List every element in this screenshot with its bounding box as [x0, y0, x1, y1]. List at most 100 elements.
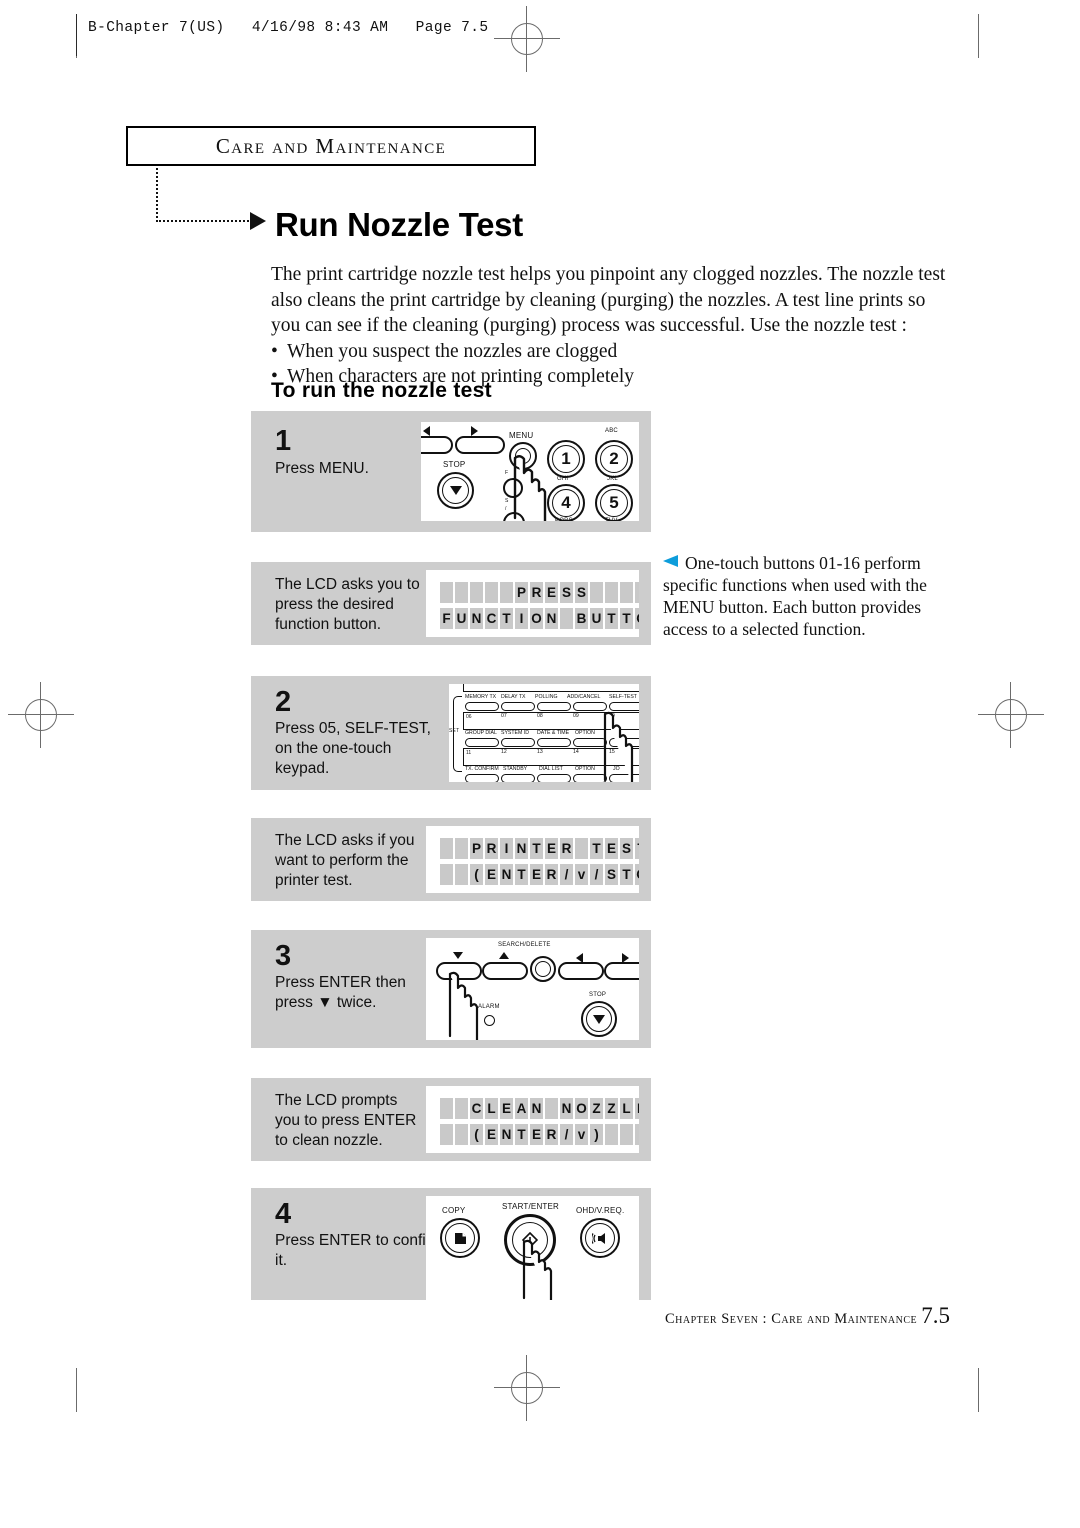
page-footer: Chapter Seven : Care and Maintenance 7.5 [665, 1303, 950, 1329]
lcd-character-cell: T [530, 838, 543, 859]
one-touch-label: STANDBY [503, 766, 528, 772]
one-touch-number: 08 [537, 713, 543, 719]
lcd-character-cell: / [560, 1124, 573, 1145]
left-arrow-key [421, 436, 453, 454]
search-delete-button [530, 956, 556, 982]
lcd-character-cell: E [605, 838, 618, 859]
section-subheading: To run the nozzle test [271, 379, 492, 402]
lcd-character-cell [440, 582, 453, 603]
left-arrow-marker-icon [663, 555, 678, 567]
lcd-character-cell [590, 582, 603, 603]
lcd-character-cell: / [560, 864, 573, 885]
lcd-character-cell: ( [470, 1124, 483, 1145]
running-head: B-Chapter 7(US) 4/16/98 8:43 AM Page 7.5 [88, 20, 489, 36]
chapter-tag-box: Care and Maintenance [126, 126, 536, 166]
page-number: 7.5 [921, 1303, 950, 1328]
lcd-character-cell: C [485, 608, 498, 629]
lcd-character-cell [440, 864, 453, 885]
one-touch-label: OPTION [575, 766, 595, 772]
ohd-vreq-label: OHD/V.REQ. [576, 1206, 625, 1215]
lcd-character-grid: PRESS FUNCTION BUTTON [440, 582, 639, 629]
right-arrow-key [604, 962, 639, 980]
stop-glyph-icon [449, 486, 462, 495]
keypad-letters-2: ABC [605, 428, 618, 434]
lcd-line: CLEAN NOZZLE ? [440, 1098, 639, 1119]
stop-label: STOP [443, 460, 466, 469]
one-touch-button [501, 738, 535, 747]
lcd-character-cell: v [575, 1124, 588, 1145]
crop-mark-left-vertical-bottom [76, 1368, 77, 1412]
lcd-character-cell: S [560, 582, 573, 603]
step-number: 4 [275, 1198, 292, 1230]
set-label: SET [449, 728, 460, 734]
step-number: 1 [275, 425, 292, 457]
one-touch-number: 09 [573, 713, 579, 719]
one-touch-button [501, 702, 535, 711]
one-touch-button [537, 702, 571, 711]
lcd-character-cell: E [485, 1124, 498, 1145]
lcd-character-grid: PRINTER TEST ? (ENTER/v/STOP) [440, 838, 639, 885]
lcd-character-cell: T [635, 838, 639, 859]
lcd-character-cell: N [530, 1098, 543, 1119]
step-panel-4: 4 Press ENTER to confirm it. COPY START/… [251, 1188, 651, 1300]
lcd-character-cell: T [515, 1124, 528, 1145]
lcd-character-cell: E [530, 1124, 543, 1145]
copy-button [440, 1218, 480, 1258]
lcd-character-cell: N [560, 1098, 573, 1119]
lcd-caption: The LCD asks if you want to perform the … [275, 832, 415, 889]
keypad-key-2: 2 [595, 440, 633, 478]
one-touch-label: DATE & TIME [537, 730, 570, 736]
one-touch-label: OPTION [575, 730, 595, 736]
lcd-character-cell [560, 608, 573, 629]
lcd-panel-2: The LCD asks if you want to perform the … [251, 818, 651, 901]
lcd-character-cell [620, 582, 633, 603]
pointing-hand-icon [513, 455, 547, 521]
lcd-character-cell: T [500, 608, 513, 629]
start-enter-label: START/ENTER [502, 1202, 560, 1211]
lcd-character-cell [620, 1124, 633, 1145]
one-touch-button [501, 774, 535, 782]
menu-label: MENU [509, 431, 534, 440]
lcd-screen-2: PRINTER TEST ? (ENTER/v/STOP) [426, 826, 639, 893]
chevron-left-icon [423, 426, 430, 436]
lcd-screen-3: CLEAN NOZZLE ? (ENTER/v) [426, 1086, 639, 1153]
step-panel-1: 1 Press MENU. STOP MENU F S / 1 GHI 2 AB… [251, 411, 651, 532]
lcd-character-cell [605, 582, 618, 603]
lcd-character-cell: E [530, 864, 543, 885]
lcd-line: (ENTER/v/STOP) [440, 864, 639, 885]
lcd-character-cell [440, 1124, 453, 1145]
lcd-character-cell: R [560, 838, 573, 859]
lcd-character-cell: B [575, 608, 588, 629]
illustration-step-3: SEARCH/DELETE ALARM STOP [426, 938, 639, 1040]
one-touch-number: 12 [501, 749, 507, 755]
pointing-hand-icon [603, 711, 634, 782]
stop-button [581, 1001, 617, 1037]
lcd-character-cell: E [500, 1098, 513, 1119]
lcd-character-cell [440, 838, 453, 859]
copy-label: COPY [442, 1206, 466, 1215]
one-touch-label: POLLING [535, 694, 558, 700]
lcd-character-cell [455, 1098, 468, 1119]
lcd-character-cell: I [500, 838, 513, 859]
intro-block: The print cartridge nozzle test helps yo… [271, 262, 951, 390]
lcd-character-cell: P [470, 838, 483, 859]
illustration-step-2: SET MEMORY TX DELAY TX POLLING ADD/CANCE… [449, 684, 639, 782]
page-title: Run Nozzle Test [275, 206, 523, 243]
lcd-character-cell: Z [590, 1098, 603, 1119]
lcd-character-cell [455, 1124, 468, 1145]
lcd-character-cell: T [515, 864, 528, 885]
crop-mark-right-vertical [978, 14, 979, 58]
lcd-character-cell: T [590, 838, 603, 859]
lcd-character-cell: Z [605, 1098, 618, 1119]
lcd-character-cell: ( [470, 864, 483, 885]
one-touch-label: SYSTEM ID [501, 730, 529, 736]
one-touch-number: 07 [501, 713, 507, 719]
step-instruction: Press MENU. [275, 460, 369, 477]
lcd-character-cell: O [530, 608, 543, 629]
one-touch-number: 14 [573, 749, 579, 755]
chapter-tag-label: Care and Maintenance [215, 134, 447, 158]
one-touch-label: ADD/CANCEL [567, 694, 601, 700]
step-instruction: Press ENTER then press ▼ twice. [275, 974, 406, 1011]
one-touch-label: TX. CONFIRM [465, 766, 499, 772]
intro-paragraph: The print cartridge nozzle test helps yo… [271, 264, 946, 336]
